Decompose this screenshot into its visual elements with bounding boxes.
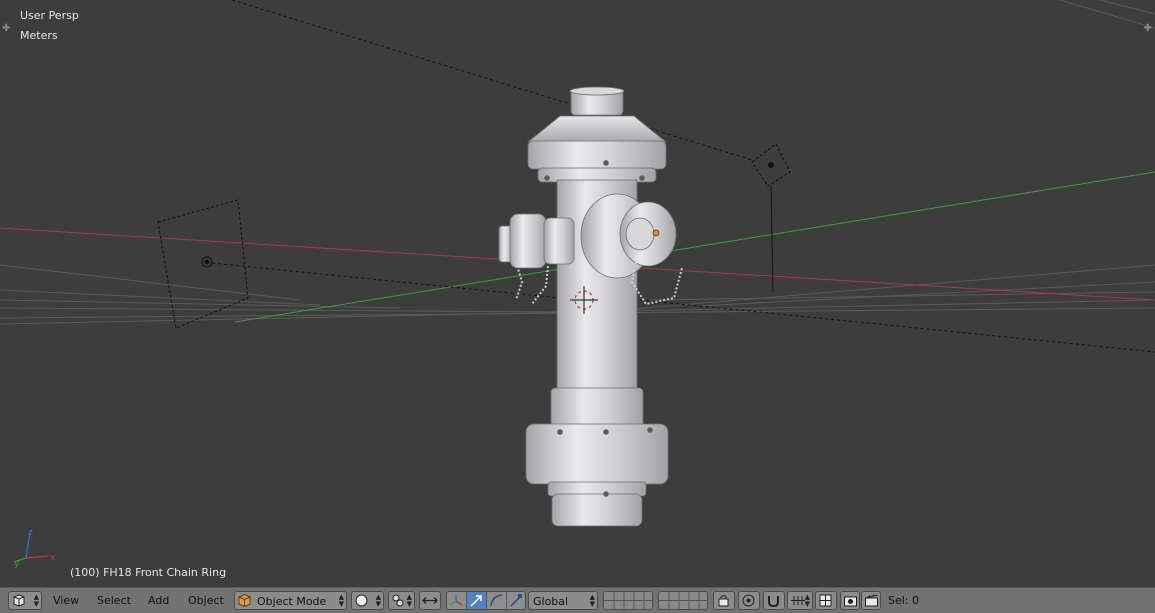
snap-toggle-button[interactable] [763,591,785,610]
mode-label: Object Mode [257,595,327,608]
gizmo-z-label: z [28,528,33,538]
updown-arrows-icon: ▲ ▼ [33,593,39,608]
3d-view-icon [13,594,25,607]
snap-element-dropdown[interactable]: ▲ ▼ [787,591,813,610]
translate-toggle[interactable] [467,592,487,609]
snap-increment-icon [791,596,805,605]
render-still-button[interactable] [840,591,860,610]
3d-view-header: ▲ ▼ View Select Add Object Object Mode ▲ ▼… [0,587,1155,613]
proportional-edit-icon [742,594,755,607]
clapper-render-icon [865,594,878,607]
layers-icon [604,592,652,609]
updown-arrows-icon: ▲ ▼ [589,593,595,608]
updown-arrows-icon: ▲ ▼ [406,593,412,608]
transform-orientation-label: Global [533,595,569,608]
select-menu[interactable]: Select [97,594,131,607]
updown-arrows-icon: ▲ ▼ [338,593,344,608]
snap-target-button[interactable] [815,591,837,610]
manipulator-toggle[interactable] [447,592,467,609]
viewport-shading-button[interactable]: ▲ ▼ [351,591,384,610]
updown-arrows-icon: ▲ ▼ [804,593,810,608]
scale-icon [510,594,522,607]
add-menu[interactable]: Add [148,594,169,607]
active-object-label: (100) FH18 Front Chain Ring [70,566,227,579]
manipulator-group [446,591,526,610]
editor-type-button[interactable]: ▲ ▼ [8,591,42,610]
object-menu[interactable]: Object [188,594,224,607]
lock-camera-button[interactable] [713,591,735,610]
scale-toggle[interactable] [507,592,525,609]
proportional-edit-button[interactable] [738,591,760,610]
snap-target-icon [819,594,832,607]
manipulator-toggle-icon [449,595,463,606]
rotate-toggle[interactable] [487,592,507,609]
split-area-handle-left[interactable]: ✚ [2,24,10,34]
selection-count: Sel: 0 [888,594,920,607]
view-perspective-label: User Persp [20,9,79,22]
updown-arrows-icon: ▲ ▼ [375,593,381,608]
rotate-icon [490,594,503,607]
view-menu[interactable]: View [53,594,79,607]
layers-group-1[interactable] [603,591,653,610]
render-animation-button[interactable] [861,591,881,610]
translate-icon [470,595,482,607]
pivot-point-button[interactable]: ▲ ▼ [388,591,415,610]
pivot-align-button[interactable] [419,591,441,610]
3d-viewport[interactable]: z x y User Persp Meters (100) FH18 Front… [0,0,1155,587]
solid-sphere-icon [355,594,368,607]
transform-orientation-dropdown[interactable]: Global ▲ ▼ [528,591,598,610]
units-label: Meters [20,29,58,42]
magnet-icon [768,596,779,608]
lock-icon [718,595,729,607]
layers-icon [659,592,707,609]
pivot-point-icon [392,594,404,607]
mode-selector[interactable]: Object Mode ▲ ▼ [234,591,347,610]
layers-group-2[interactable] [658,591,708,610]
scene-canvas[interactable]: z x y [0,0,1155,587]
split-area-handle-right[interactable]: ✚ [1144,24,1152,34]
camera-render-icon [844,596,857,607]
cube-icon [238,593,251,608]
gizmo-y-label: y [14,559,20,569]
blender-window: z x y User Persp Meters (100) FH18 Front… [0,0,1155,613]
gizmo-x-label: x [50,553,56,563]
align-pivot-icon [422,597,438,604]
